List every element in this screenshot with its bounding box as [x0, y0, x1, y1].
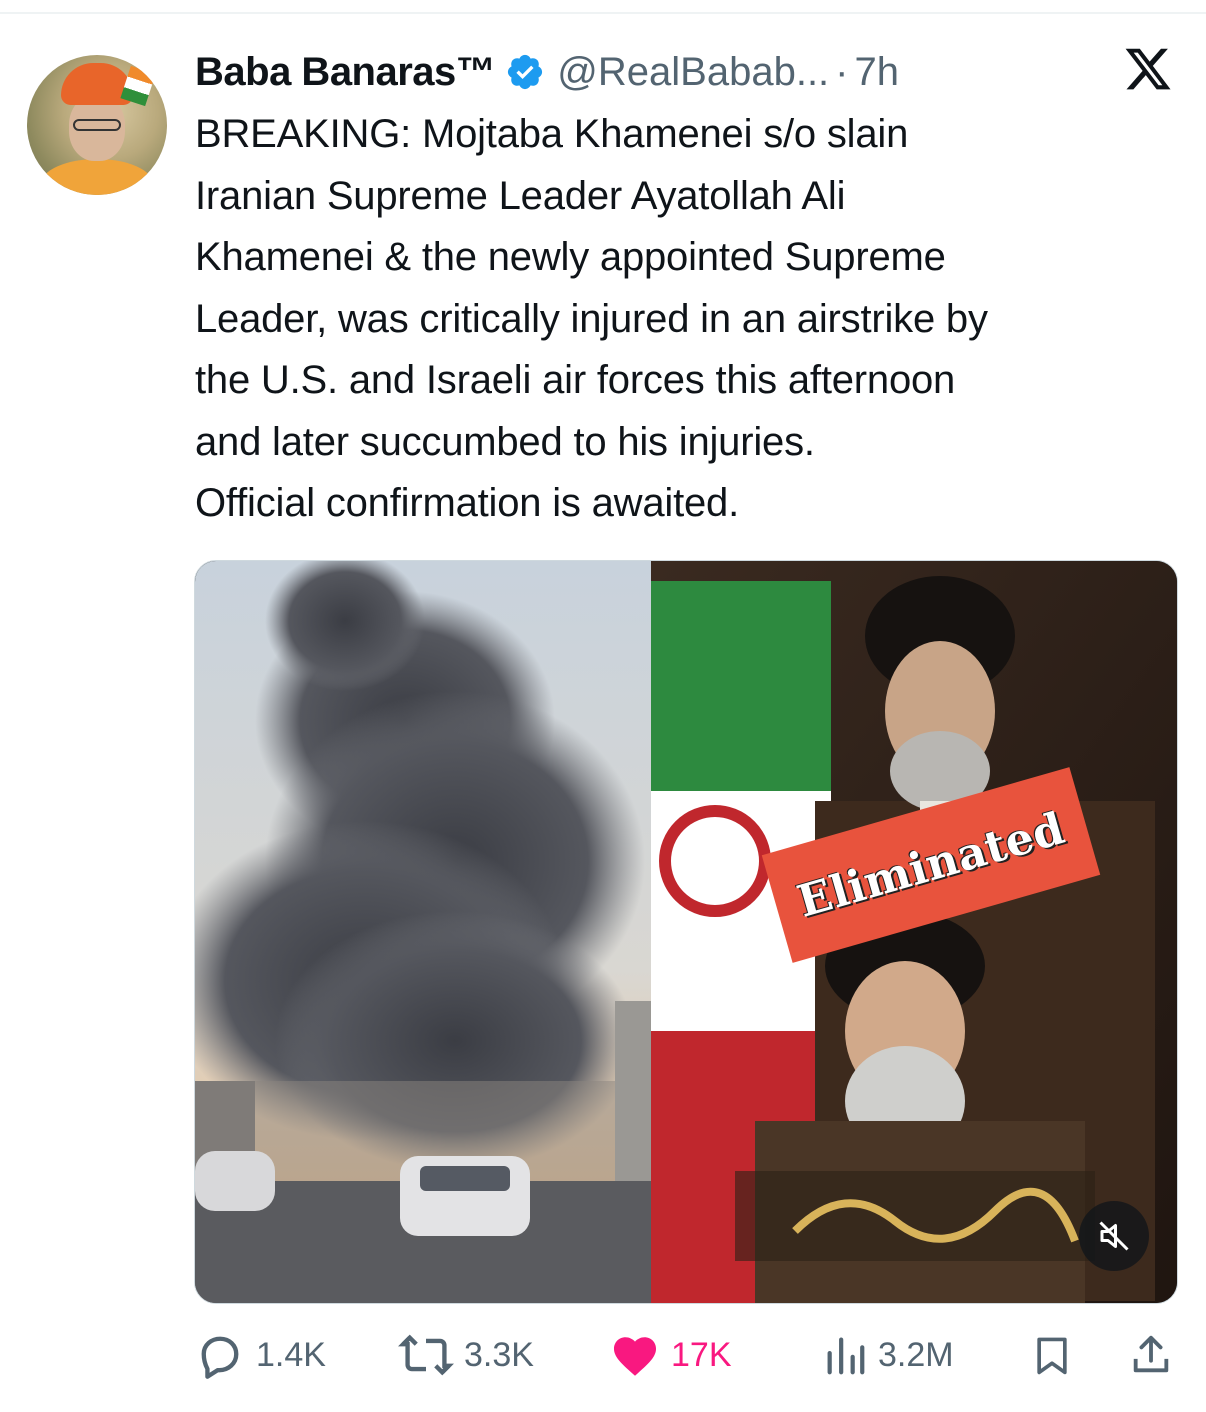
avatar[interactable] [27, 55, 167, 195]
timestamp[interactable]: 7h [855, 50, 900, 95]
like-count: 17K [671, 1335, 732, 1374]
flag-icon [120, 65, 156, 107]
verified-badge-icon [508, 54, 543, 90]
like-button[interactable]: 17K [609, 1320, 732, 1390]
display-name[interactable]: Baba Banaras™ [195, 50, 496, 95]
repost-button[interactable]: 3.3K [398, 1320, 534, 1390]
tweet-text: BREAKING: Mojtaba Khamenei s/o slain Ira… [195, 112, 988, 525]
separator-dot: · [835, 49, 849, 94]
bookmark-button[interactable] [1030, 1320, 1074, 1390]
speaker-muted-icon [1099, 1221, 1129, 1251]
tweet-header: Baba Banaras™ @RealBabab... · 7h [195, 44, 899, 100]
bookmark-icon [1037, 1337, 1067, 1375]
user-handle[interactable]: @RealBabab... [557, 50, 829, 95]
heart-filled-icon [613, 1337, 657, 1376]
view-count: 3.2M [878, 1335, 954, 1374]
reply-button[interactable]: 1.4K [194, 1320, 326, 1390]
speech-bubble-icon [201, 1336, 239, 1379]
repost-arrows-icon [398, 1334, 454, 1376]
tweet-media[interactable]: Eliminated [194, 560, 1178, 1304]
x-logo-icon [1125, 48, 1171, 90]
reply-count: 1.4K [256, 1335, 326, 1374]
share-upload-icon [1133, 1335, 1169, 1373]
action-bar: 1.4K 3.3K 17K 3.2M [0, 1320, 1206, 1390]
top-divider [0, 12, 1206, 14]
share-button[interactable] [1128, 1320, 1174, 1390]
media-image [195, 561, 1177, 1303]
views-button[interactable]: 3.2M [822, 1320, 954, 1390]
mute-button[interactable] [1079, 1201, 1149, 1271]
bar-chart-icon [827, 1337, 865, 1375]
repost-count: 3.3K [464, 1335, 534, 1374]
